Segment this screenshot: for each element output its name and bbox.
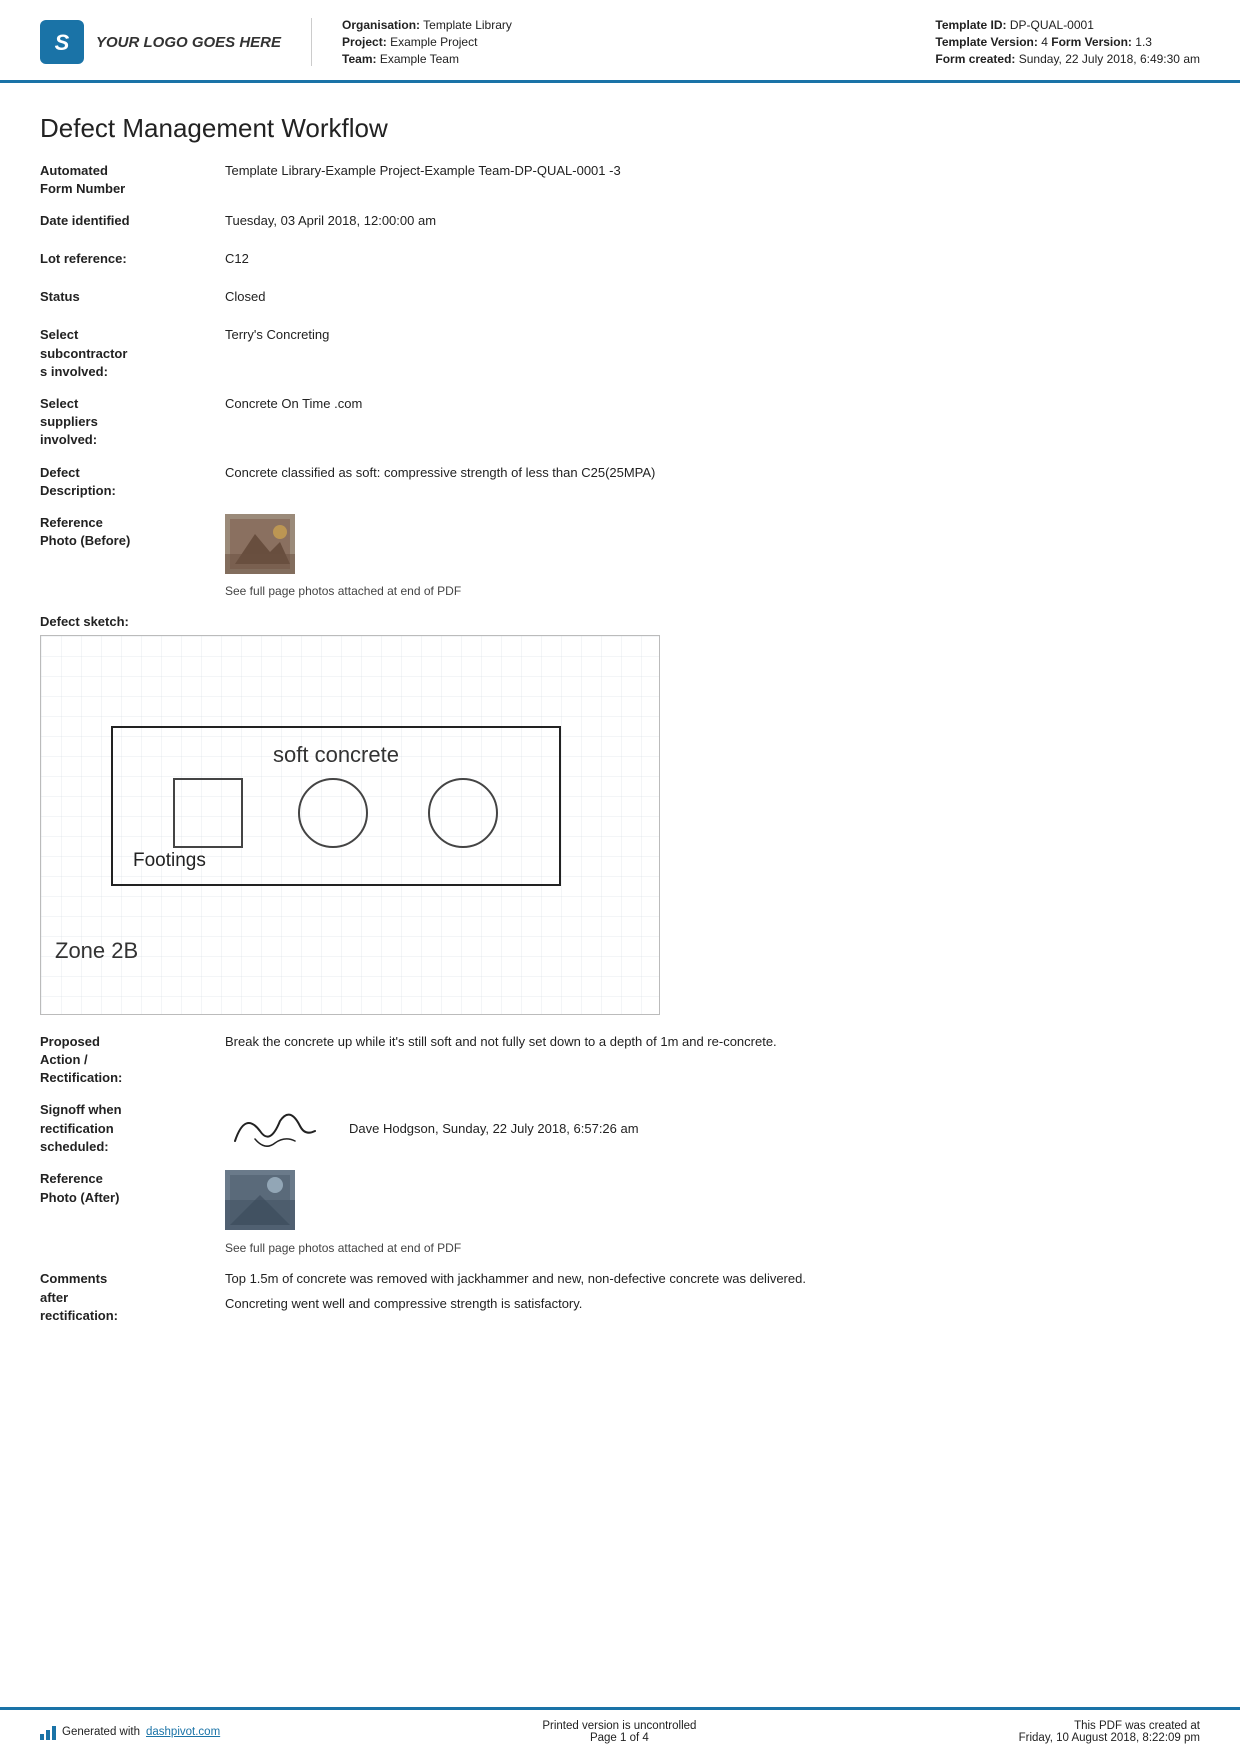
sketch-circle-1	[173, 778, 243, 848]
row-subcontractors: Select subcontractor s involved: Terry's…	[40, 326, 1200, 381]
sketch-footings-text: Footings	[133, 850, 206, 872]
footer-right: This PDF was created at Friday, 10 Augus…	[1019, 1720, 1200, 1744]
value-subcontractors: Terry's Concreting	[225, 326, 1200, 344]
value-status: Closed	[225, 288, 1200, 306]
value-date-identified: Tuesday, 03 April 2018, 12:00:00 am	[225, 212, 1200, 230]
template-version-line: Template Version: 4 Form Version: 1.3	[935, 35, 1200, 49]
label-form-number: Automated Form Number	[40, 162, 225, 198]
page-number: Page 1 of 4	[542, 1732, 696, 1744]
header: S YOUR LOGO GOES HERE Organisation: Temp…	[0, 0, 1240, 83]
logo-icon: S	[40, 20, 84, 64]
label-signoff: Signoff when rectification scheduled:	[40, 1101, 225, 1156]
logo-text: YOUR LOGO GOES HERE	[96, 34, 281, 51]
sketch-circle-2	[298, 778, 368, 848]
value-photo-before: See full page photos attached at end of …	[225, 514, 1200, 600]
photo-after-thumbnail	[225, 1170, 295, 1230]
label-suppliers: Select suppliers involved:	[40, 395, 225, 450]
page: S YOUR LOGO GOES HERE Organisation: Temp…	[0, 0, 1240, 1754]
team-line: Team: Example Team	[342, 52, 512, 66]
created-text: This PDF was created at	[1019, 1720, 1200, 1732]
signature-area: Dave Hodgson, Sunday, 22 July 2018, 6:57…	[225, 1101, 1200, 1156]
label-proposed-action: Proposed Action / Rectification:	[40, 1033, 225, 1088]
photo-after-note: See full page photos attached at end of …	[225, 1240, 1200, 1257]
row-defect-desc: Defect Description: Concrete classified …	[40, 464, 1200, 500]
sketch-section: Defect sketch: soft concrete	[40, 614, 1200, 1015]
form-created-line: Form created: Sunday, 22 July 2018, 6:49…	[935, 52, 1200, 66]
comments-line1: Top 1.5m of concrete was removed with ja…	[225, 1270, 1200, 1288]
signature-svg	[225, 1101, 325, 1156]
label-comments: Comments after rectification:	[40, 1270, 225, 1325]
value-comments: Top 1.5m of concrete was removed with ja…	[225, 1270, 1200, 1312]
label-date-identified: Date identified	[40, 212, 225, 230]
uncontrolled-text: Printed version is uncontrolled	[542, 1720, 696, 1732]
sketch-canvas: soft concrete Footings Zone 2B	[40, 635, 660, 1015]
created-date: Friday, 10 August 2018, 8:22:09 pm	[1019, 1732, 1200, 1744]
project-line: Project: Example Project	[342, 35, 512, 49]
header-meta: Organisation: Template Library Project: …	[342, 18, 935, 66]
row-date-identified: Date identified Tuesday, 03 April 2018, …	[40, 212, 1200, 236]
template-id-line: Template ID: DP-QUAL-0001	[935, 18, 1200, 32]
row-signoff: Signoff when rectification scheduled: Da…	[40, 1101, 1200, 1156]
photo-before-note: See full page photos attached at end of …	[225, 583, 1200, 600]
generated-text: Generated with	[62, 1726, 140, 1738]
svg-text:S: S	[55, 30, 70, 55]
value-proposed-action: Break the concrete up while it's still s…	[225, 1033, 1200, 1051]
value-signoff: Dave Hodgson, Sunday, 22 July 2018, 6:57…	[225, 1101, 1200, 1156]
sketch-inner-box: soft concrete Footings	[111, 726, 561, 886]
logo-area: S YOUR LOGO GOES HERE	[40, 18, 312, 66]
sketch-label: Defect sketch:	[40, 614, 1200, 629]
content: Defect Management Workflow Automated For…	[0, 83, 1240, 1707]
value-suppliers: Concrete On Time .com	[225, 395, 1200, 413]
footer: Generated with dashpivot.com Printed ver…	[0, 1707, 1240, 1754]
comments-line2: Concreting went well and compressive str…	[225, 1295, 1200, 1313]
sketch-circle-3	[428, 778, 498, 848]
row-comments: Comments after rectification: Top 1.5m o…	[40, 1270, 1200, 1325]
dashpivot-link[interactable]: dashpivot.com	[146, 1726, 220, 1738]
label-photo-after: Reference Photo (After)	[40, 1170, 225, 1206]
value-photo-after: See full page photos attached at end of …	[225, 1170, 1200, 1256]
org-line: Organisation: Template Library	[342, 18, 512, 32]
label-lot-reference: Lot reference:	[40, 250, 225, 268]
photo-before-thumbnail	[225, 514, 295, 574]
row-form-number: Automated Form Number Template Library-E…	[40, 162, 1200, 198]
row-proposed-action: Proposed Action / Rectification: Break t…	[40, 1033, 1200, 1088]
value-lot-reference: C12	[225, 250, 1200, 268]
signoff-text: Dave Hodgson, Sunday, 22 July 2018, 6:57…	[349, 1120, 639, 1138]
sketch-soft-concrete-text: soft concrete	[113, 742, 559, 768]
row-photo-after: Reference Photo (After) See full page ph…	[40, 1170, 1200, 1256]
label-status: Status	[40, 288, 225, 306]
row-suppliers: Select suppliers involved: Concrete On T…	[40, 395, 1200, 450]
sketch-zone-text: Zone 2B	[55, 938, 138, 964]
value-form-number: Template Library-Example Project-Example…	[225, 162, 1200, 180]
header-right-col: Template ID: DP-QUAL-0001 Template Versi…	[935, 18, 1200, 66]
label-defect-desc: Defect Description:	[40, 464, 225, 500]
label-photo-before: Reference Photo (Before)	[40, 514, 225, 550]
form-title: Defect Management Workflow	[40, 113, 1200, 144]
row-lot-reference: Lot reference: C12	[40, 250, 1200, 274]
dashpivot-icon	[40, 1724, 56, 1740]
row-status: Status Closed	[40, 288, 1200, 312]
row-photo-before: Reference Photo (Before) See full page p…	[40, 514, 1200, 600]
footer-left: Generated with dashpivot.com	[40, 1724, 220, 1740]
label-subcontractors: Select subcontractor s involved:	[40, 326, 225, 381]
value-defect-desc: Concrete classified as soft: compressive…	[225, 464, 1200, 482]
footer-center: Printed version is uncontrolled Page 1 o…	[542, 1720, 696, 1744]
header-org-col: Organisation: Template Library Project: …	[342, 18, 512, 66]
